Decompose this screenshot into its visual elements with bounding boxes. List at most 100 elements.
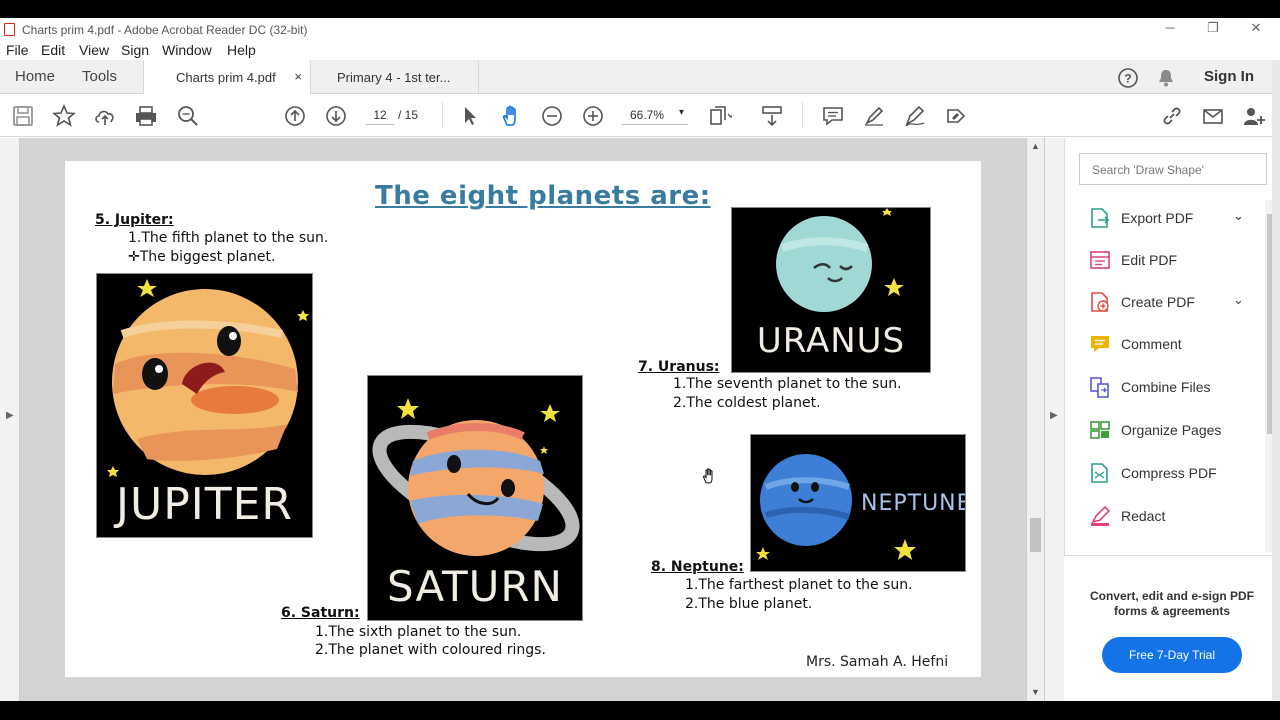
send-sign-icon[interactable]: [944, 104, 968, 128]
tool-redact[interactable]: Redact: [1087, 503, 1267, 529]
left-nav-pane-toggle[interactable]: ▶: [0, 138, 20, 701]
menu-bar: File Edit View Sign Window Help: [0, 42, 1280, 60]
chevron-down-icon[interactable]: ⌄: [1233, 292, 1244, 308]
previous-page-icon[interactable]: [283, 104, 307, 128]
tab-tools[interactable]: Tools: [82, 68, 117, 85]
bookmark-star-icon[interactable]: [51, 103, 77, 128]
document-viewer[interactable]: ▶ The eight planets are: 5. Jupiter: 1.T…: [0, 138, 1044, 701]
svg-text:?: ?: [1124, 72, 1131, 86]
author-credit: Mrs. Samah A. Hefni: [806, 654, 949, 670]
tab-bar: Home Tools Charts prim 4.pdf × Primary 4…: [0, 60, 1280, 95]
jupiter-fact-1: 1.The fifth planet to the sun.: [128, 230, 329, 246]
tool-label: Redact: [1121, 508, 1166, 524]
restore-button[interactable]: ❐: [1193, 20, 1233, 36]
tool-organize-pages[interactable]: Organize Pages: [1087, 417, 1267, 443]
close-button[interactable]: ✕: [1236, 20, 1276, 36]
next-page-icon[interactable]: [324, 104, 348, 128]
page-title: The eight planets are:: [375, 181, 711, 211]
combine-files-icon: [1089, 376, 1111, 398]
saturn-fact-1: 1.The sixth planet to the sun.: [315, 624, 522, 640]
toolbar-divider: [802, 102, 803, 128]
scrollbar-thumb[interactable]: [1030, 518, 1041, 552]
pdf-page: The eight planets are: 5. Jupiter: 1.The…: [65, 161, 981, 677]
menu-window[interactable]: Window: [162, 42, 212, 58]
tool-comment[interactable]: Comment: [1087, 331, 1267, 357]
fill-sign-icon[interactable]: [903, 104, 927, 128]
save-icon[interactable]: [11, 104, 35, 128]
tool-edit-pdf[interactable]: Edit PDF: [1087, 247, 1267, 273]
page-fit-icon[interactable]: [708, 104, 735, 128]
zoom-select[interactable]: 66.7% ▾: [622, 105, 688, 125]
pdf-file-icon: [4, 23, 15, 36]
help-icon[interactable]: ?: [1117, 67, 1139, 94]
tool-combine-files[interactable]: Combine Files: [1087, 374, 1267, 400]
edit-pdf-icon: [1089, 249, 1111, 271]
tool-label: Combine Files: [1121, 379, 1211, 395]
screen-top-edge: [0, 0, 1280, 18]
menu-help[interactable]: Help: [227, 42, 256, 58]
redact-icon: [1089, 505, 1111, 527]
add-user-icon[interactable]: [1242, 104, 1266, 128]
notification-bell-icon[interactable]: [1156, 67, 1176, 94]
tool-export-pdf[interactable]: Export PDF ⌄: [1087, 205, 1267, 231]
scroll-up-arrow-icon[interactable]: ▲: [1031, 141, 1040, 151]
tool-label: Compress PDF: [1121, 465, 1217, 481]
menu-sign[interactable]: Sign: [121, 42, 149, 58]
export-pdf-icon: [1089, 207, 1111, 229]
uranus-heading: 7. Uranus:: [638, 359, 720, 375]
sign-in-button[interactable]: Sign In: [1204, 68, 1254, 85]
tab-document-active[interactable]: Charts prim 4.pdf ×: [143, 60, 311, 95]
free-trial-button[interactable]: Free 7-Day Trial: [1102, 637, 1242, 673]
title-bar: Charts prim 4.pdf - Adobe Acrobat Reader…: [0, 18, 1280, 42]
menu-edit[interactable]: Edit: [41, 42, 65, 58]
main-toolbar: 12 / 15 66.7% ▾: [0, 94, 1280, 137]
tab-close-button[interactable]: ×: [294, 69, 302, 84]
comment-icon[interactable]: [821, 104, 845, 128]
share-link-icon[interactable]: [1160, 104, 1184, 128]
email-icon[interactable]: [1201, 104, 1225, 128]
neptune-fact-1: 1.The farthest planet to the sun.: [685, 577, 913, 593]
select-cursor-icon[interactable]: [458, 104, 482, 128]
hand-cursor-icon: [700, 467, 718, 490]
page-number-input[interactable]: 12: [366, 105, 394, 125]
neptune-fact-2: 2.The blue planet.: [685, 596, 813, 612]
neptune-heading: 8. Neptune:: [651, 559, 744, 575]
comment-tool-icon: [1089, 333, 1111, 355]
jupiter-heading: 5. Jupiter:: [95, 212, 174, 228]
uranus-fact-2: 2.The coldest planet.: [673, 395, 821, 411]
right-pane-toggle[interactable]: ▶: [1044, 138, 1064, 701]
menu-view[interactable]: View: [79, 42, 109, 58]
chevron-down-icon[interactable]: ⌄: [1233, 208, 1244, 224]
zoom-out-icon[interactable]: [540, 104, 564, 128]
promo-text: Convert, edit and e-sign PDF forms & agr…: [1089, 589, 1254, 618]
print-icon[interactable]: [134, 104, 158, 128]
saturn-fact-2: 2.The planet with coloured rings.: [315, 642, 546, 658]
compress-pdf-icon: [1089, 462, 1111, 484]
hand-tool-icon[interactable]: [499, 104, 523, 128]
page-total: / 15: [398, 108, 419, 122]
tools-search-input[interactable]: Search 'Draw Shape': [1079, 153, 1267, 185]
search-icon[interactable]: [176, 104, 200, 128]
tool-label: Create PDF: [1121, 294, 1195, 310]
collapse-arrow-icon: ▶: [1050, 410, 1058, 421]
upload-cloud-icon[interactable]: [93, 104, 117, 128]
organize-pages-icon: [1089, 419, 1111, 441]
tool-compress-pdf[interactable]: Compress PDF: [1087, 460, 1267, 486]
acrobat-window: Charts prim 4.pdf - Adobe Acrobat Reader…: [0, 0, 1280, 720]
document-scrollbar[interactable]: ▲ ▼: [1026, 138, 1044, 701]
highlight-pen-icon[interactable]: [862, 104, 886, 128]
tab-document-inactive[interactable]: Primary 4 - 1st ter...: [311, 60, 479, 94]
tool-create-pdf[interactable]: Create PDF ⌄: [1087, 289, 1267, 315]
window-right-edge: [1272, 60, 1280, 700]
saturn-illustration: SATURN: [367, 375, 583, 621]
tool-label: Export PDF: [1121, 210, 1194, 226]
trial-promo: Convert, edit and e-sign PDF forms & agr…: [1064, 555, 1280, 701]
menu-file[interactable]: File: [6, 42, 29, 58]
tab-home[interactable]: Home: [15, 68, 55, 85]
scroll-mode-icon[interactable]: [760, 104, 784, 128]
scroll-down-arrow-icon[interactable]: ▼: [1031, 687, 1040, 697]
uranus-label: URANUS: [756, 321, 906, 361]
minimize-button[interactable]: ─: [1150, 20, 1190, 35]
toolbar-divider: [442, 102, 443, 128]
zoom-in-icon[interactable]: [581, 104, 605, 128]
